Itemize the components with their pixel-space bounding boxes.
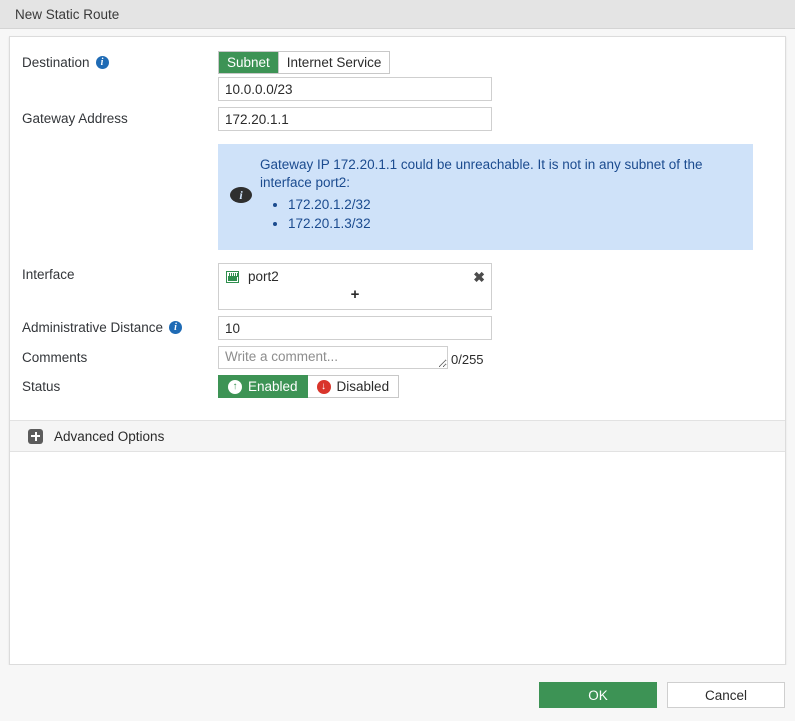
status-segmented-control: ↑ Enabled ↓ Disabled bbox=[218, 375, 400, 398]
new-static-route-panel: Destination i Subnet Internet Service Ga… bbox=[9, 36, 786, 665]
gateway-address-field: i Gateway IP 172.20.1.1 could be unreach… bbox=[218, 107, 785, 250]
arrow-up-circle-icon: ↑ bbox=[228, 379, 242, 394]
gateway-address-label: Gateway Address bbox=[22, 111, 128, 126]
comments-textarea[interactable] bbox=[218, 346, 448, 369]
row-gateway-address: Gateway Address i Gateway IP 172.20.1.1 … bbox=[10, 107, 785, 250]
administrative-distance-label: Administrative Distance bbox=[22, 320, 164, 335]
destination-type-internet-service-button[interactable]: Internet Service bbox=[278, 52, 390, 73]
form-body: Destination i Subnet Internet Service Ga… bbox=[10, 37, 785, 404]
dialog-footer: OK Cancel bbox=[0, 665, 795, 721]
ok-button[interactable]: OK bbox=[539, 682, 657, 708]
status-field: ↑ Enabled ↓ Disabled bbox=[218, 375, 785, 398]
destination-type-subnet-button[interactable]: Subnet bbox=[219, 52, 279, 73]
notice-text: Gateway IP 172.20.1.1 could be unreachab… bbox=[260, 157, 703, 190]
interface-field: port2 ✖ + bbox=[218, 263, 785, 310]
administrative-distance-label-group: Administrative Distance i bbox=[22, 316, 218, 335]
row-status: Status ↑ Enabled ↓ Disabled bbox=[10, 375, 785, 398]
status-disabled-button[interactable]: ↓ Disabled bbox=[307, 375, 400, 398]
advanced-options-toggle[interactable]: Advanced Options bbox=[10, 420, 785, 452]
comments-label: Comments bbox=[22, 350, 88, 365]
destination-info-icon[interactable]: i bbox=[95, 56, 109, 69]
gateway-unreachable-notice: i Gateway IP 172.20.1.1 could be unreach… bbox=[218, 144, 753, 250]
comments-character-counter: 0/255 bbox=[451, 352, 484, 367]
destination-subnet-input[interactable] bbox=[218, 77, 492, 101]
arrow-down-circle-icon: ↓ bbox=[316, 379, 331, 394]
administrative-distance-field bbox=[218, 316, 785, 340]
destination-field: Subnet Internet Service bbox=[218, 51, 785, 101]
notice-info-icon: i bbox=[230, 187, 252, 203]
gateway-address-input[interactable] bbox=[218, 107, 492, 131]
advanced-options-label: Advanced Options bbox=[54, 428, 165, 444]
row-comments: Comments 0/255 bbox=[10, 346, 785, 369]
network-port-icon bbox=[226, 270, 239, 283]
interface-select-box[interactable]: port2 ✖ + bbox=[218, 263, 492, 310]
destination-label: Destination bbox=[22, 55, 90, 70]
row-destination: Destination i Subnet Internet Service bbox=[10, 51, 785, 101]
notice-body: Gateway IP 172.20.1.1 could be unreachab… bbox=[260, 156, 741, 234]
status-enabled-button[interactable]: ↑ Enabled bbox=[218, 375, 308, 398]
plus-square-icon bbox=[28, 428, 43, 444]
comments-field: 0/255 bbox=[218, 346, 785, 369]
remove-interface-icon[interactable]: ✖ bbox=[473, 270, 485, 284]
list-item: 172.20.1.3/32 bbox=[288, 215, 741, 233]
status-enabled-label: Enabled bbox=[248, 379, 298, 394]
destination-label-group: Destination i bbox=[22, 51, 218, 70]
administrative-distance-info-icon[interactable]: i bbox=[169, 321, 183, 334]
destination-type-segmented-control: Subnet Internet Service bbox=[218, 51, 391, 74]
status-disabled-label: Disabled bbox=[336, 379, 390, 394]
interface-item-label: port2 bbox=[248, 269, 279, 284]
list-item: port2 ✖ bbox=[219, 267, 491, 286]
notice-subnet-list: 172.20.1.2/32 172.20.1.3/32 bbox=[260, 196, 741, 233]
panel-wrapper: Destination i Subnet Internet Service Ga… bbox=[0, 29, 795, 665]
add-interface-button[interactable]: + bbox=[219, 286, 491, 307]
interface-label: Interface bbox=[22, 267, 75, 282]
administrative-distance-input[interactable] bbox=[218, 316, 492, 340]
dialog-title: New Static Route bbox=[15, 6, 120, 22]
list-item: 172.20.1.2/32 bbox=[288, 196, 741, 214]
dialog-titlebar: New Static Route bbox=[0, 0, 795, 29]
row-interface: Interface port2 ✖ + bbox=[10, 263, 785, 310]
status-label: Status bbox=[22, 379, 61, 394]
cancel-button[interactable]: Cancel bbox=[667, 682, 785, 708]
row-administrative-distance: Administrative Distance i bbox=[10, 316, 785, 340]
